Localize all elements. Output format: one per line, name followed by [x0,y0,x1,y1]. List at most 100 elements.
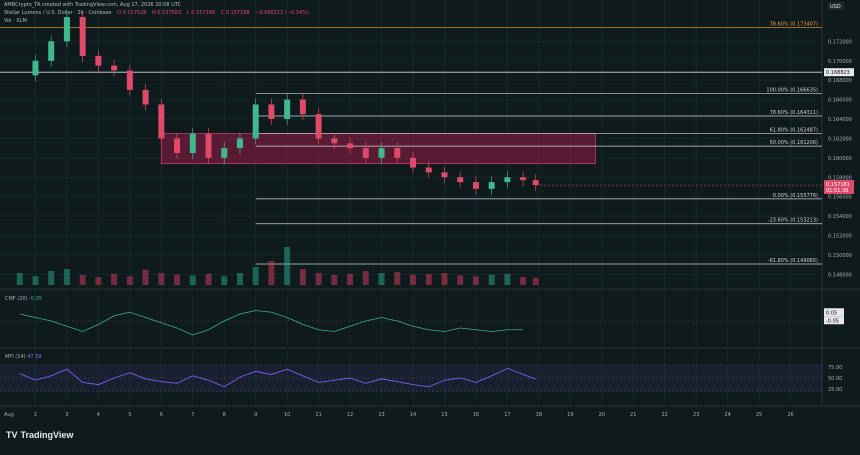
volume-bar [284,247,291,285]
price-tick-label: 0.170000 [828,59,852,65]
candle-body[interactable] [378,148,385,158]
candle-body[interactable] [126,70,133,90]
candle-body[interactable] [268,104,275,120]
volume-bar [221,276,228,285]
xaxis-tick-label: 19 [567,412,573,418]
xaxis-tick-label: 3 [65,412,68,418]
horizontal-level-tag-text: 0.168823 [826,70,850,76]
candle-body[interactable] [504,177,511,183]
candle-body[interactable] [221,148,228,158]
xaxis-tick-label: 21 [630,412,636,418]
candle-body[interactable] [520,177,527,181]
candle-body[interactable] [410,157,416,168]
xaxis-tick-label: 11 [315,412,321,418]
candle-body[interactable] [457,177,464,183]
price-tick-label: 0.166000 [828,98,852,104]
mfi-tick-label: 25.00 [828,387,842,393]
xaxis-tick-label: 15 [441,412,447,418]
volume-bar [362,271,369,285]
candle-body[interactable] [331,138,338,144]
cmf-value: -0.05 [29,296,43,302]
candle-body[interactable] [189,133,196,153]
volume-bar [205,273,212,285]
volume-bar [174,274,181,285]
price-tick-label: 0.152000 [828,233,852,239]
candle-body[interactable] [48,41,55,61]
created-by-text: AMBCrypto_TA created with TradingView.co… [4,2,182,8]
price-tick-label: 0.164000 [828,117,852,123]
candle-body[interactable] [79,17,86,56]
candle-body[interactable] [488,182,495,189]
mfi-pane-label: MFI (14) 47.59 [5,354,41,360]
volume-bar [331,275,338,285]
candle-body[interactable] [111,65,118,71]
volume-bar [236,273,243,285]
fib-level-label: 78.60% (0.173407) [770,22,818,28]
volume-bar [504,273,511,285]
candle-body[interactable] [205,133,212,158]
candle-body[interactable] [425,167,432,173]
xaxis-tick-label: 23 [693,412,699,418]
candle-body[interactable] [32,60,39,76]
volume-bar [79,275,86,285]
mfi-name: MFI (14) [5,354,26,360]
volume-bar [158,273,165,285]
countdown-tag-text: 01:51:36 [826,188,848,194]
candle-body[interactable] [394,148,401,158]
xaxis-tick-label: 26 [787,412,793,418]
tradingview-logo[interactable]: TV TradingView [6,430,73,440]
candle-body[interactable] [63,17,70,42]
mfi-value: 47.59 [27,354,42,360]
candle-body[interactable] [362,148,369,158]
candle-body[interactable] [299,99,306,115]
volume-bar [252,267,259,285]
price-chart[interactable]: 0.172000 0.170000 0.168000 0.166000 0.164000… [0,0,860,451]
volume-bar [189,275,196,285]
candle-body[interactable] [236,138,243,149]
tv-logo-text: TradingView [20,430,74,440]
xaxis-tick-label: 14 [410,412,416,418]
candle-body[interactable] [174,138,181,153]
xaxis-tick-label: 6 [160,412,163,418]
xaxis-tick-label: 9 [254,412,257,418]
candle-body[interactable] [252,104,259,139]
chart-window: 0.172000 0.170000 0.168000 0.166000 0.164000… [0,0,860,451]
cmf-pane [0,290,822,346]
volume-bar [472,276,479,285]
cmf-pane-label: CMF (20) -0.05 [5,296,42,302]
candle-body[interactable] [347,143,354,149]
xaxis-tick-label: 12 [347,412,353,418]
xaxis-tick-label: 10 [284,412,290,418]
candle-body[interactable] [532,180,539,186]
candle-body[interactable] [95,55,102,66]
candle-body[interactable] [472,182,479,189]
volume-bar [299,269,306,285]
volume-bar [63,269,70,285]
volume-bar [48,271,55,285]
candle-body[interactable] [142,89,149,105]
volume-bar [268,261,275,285]
volume-bar [410,274,416,285]
candle-body[interactable] [158,104,165,139]
volume-bar [520,277,527,285]
xaxis-tick-label: 7 [191,412,194,418]
xaxis-tick-label: 5 [128,412,131,418]
mfi-band [0,364,822,392]
candle-body[interactable] [441,172,448,178]
volume-bar [488,274,495,285]
volume-bar [378,273,385,285]
xaxis-tick-label: 13 [378,412,384,418]
ohlc-change: −0.000212 (−0.34%) [255,10,309,16]
candle-body[interactable] [315,114,322,139]
ohlc-low: L 0.157188 [186,10,216,16]
fib-level-label: 50.00% (0.161206) [770,140,818,146]
xaxis-month-label: Aug [4,412,14,418]
volume-bar [315,273,322,285]
cmf-tag-lower-text: -0.05 [826,318,839,324]
candle-body[interactable] [284,99,291,120]
ohlc-high: H 0.157583 [152,10,182,16]
price-tick-label: 0.162000 [828,136,852,142]
volume-bar [16,273,23,285]
xaxis-tick-label: 18 [536,412,542,418]
price-tick-label: 0.150000 [828,253,852,259]
